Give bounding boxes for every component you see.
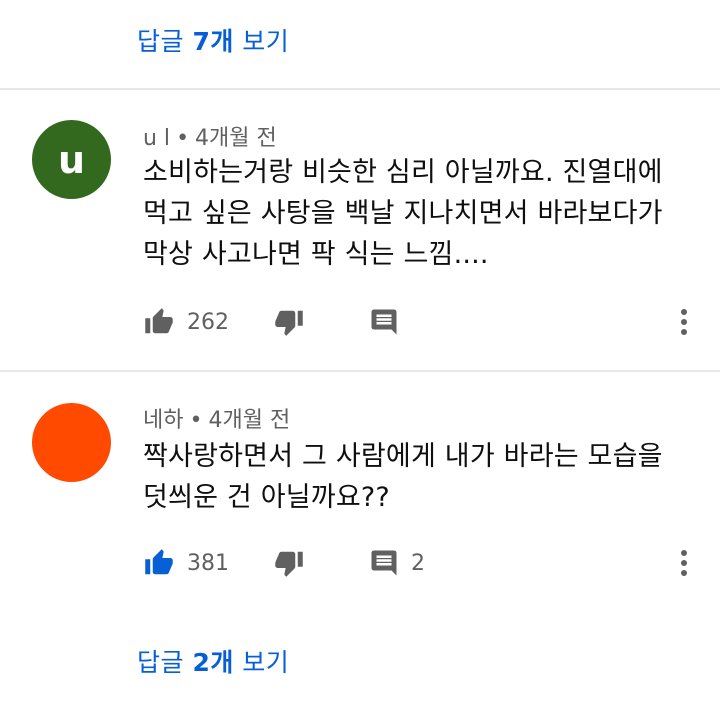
comment-item: 네하 • 4개월 전 짝사랑하면서 그 사람에게 내가 바라는 모습을 덧씌운 건 … [0,372,720,622]
meta-separator: • [176,126,190,151]
more-options-button[interactable] [670,547,700,579]
avatar-letter: u [57,137,86,182]
comment-actions: 381 2 [143,543,703,583]
comment-text: 짝사랑하면서 그 사람에게 내가 바라는 모습을 덧씌운 건 아닐까요?? [143,436,703,518]
comment-time[interactable]: 4개월 전 [195,126,277,151]
comment-text: 소비하는거랑 비슷한 심리 아닐까요. 진열대에 먹고 싶은 사탕을 백날 지나… [143,152,703,275]
view-replies-count: 2개 [192,648,234,677]
like-count: 262 [187,309,229,335]
avatar[interactable] [32,403,111,482]
view-replies-prefix: 답글 [137,648,193,677]
thumbs-up-icon [145,549,173,575]
view-replies-count: 7개 [192,27,234,56]
avatar[interactable]: u [32,120,111,199]
reply-button[interactable] [369,302,411,342]
like-button[interactable]: 262 [143,302,229,342]
reply-button[interactable]: 2 [369,543,425,583]
comment-icon [371,550,397,576]
comment-item: u u l • 4개월 전 소비하는거랑 비슷한 심리 아닐까요. 진열대에 먹고 … [0,90,720,370]
view-replies-suffix: 보기 [233,27,290,56]
comment-actions: 262 [143,302,703,342]
comment-text-line: 짝사랑하면서 그 사람에게 내가 바라는 모습을 [143,441,663,472]
comment-text-line: 덧씌운 건 아닐까요?? [143,482,390,513]
dislike-button[interactable] [273,302,305,342]
comment-author[interactable]: u l [143,126,170,151]
comment-text-line: 소비하는거랑 비슷한 심리 아닐까요. 진열대에 [143,157,663,188]
view-replies-link-bottom[interactable]: 답글 2개 보기 [137,643,289,679]
view-replies-prefix: 답글 [137,27,193,56]
like-count: 381 [187,550,229,576]
view-replies-link-top[interactable]: 답글 7개 보기 [137,22,289,58]
comment-text-line: 먹고 싶은 사탕을 백날 지나치면서 바라보다가 [143,198,663,229]
reply-count: 2 [411,550,425,576]
like-button[interactable]: 381 [143,543,229,583]
comment-author[interactable]: 네하 [143,408,183,433]
thumbs-down-icon [275,551,303,577]
thumbs-down-icon [275,310,303,336]
comment-meta: u l • 4개월 전 [143,120,277,152]
dislike-button[interactable] [273,543,305,583]
comment-meta: 네하 • 4개월 전 [143,402,290,434]
more-options-button[interactable] [670,306,700,338]
meta-separator: • [189,408,203,433]
comment-time[interactable]: 4개월 전 [208,408,290,433]
comment-text-line: 막상 사고나면 팍 식는 느낌.... [143,239,489,270]
comment-icon [371,309,397,335]
view-replies-suffix: 보기 [233,648,290,677]
thumbs-up-icon [145,308,173,334]
